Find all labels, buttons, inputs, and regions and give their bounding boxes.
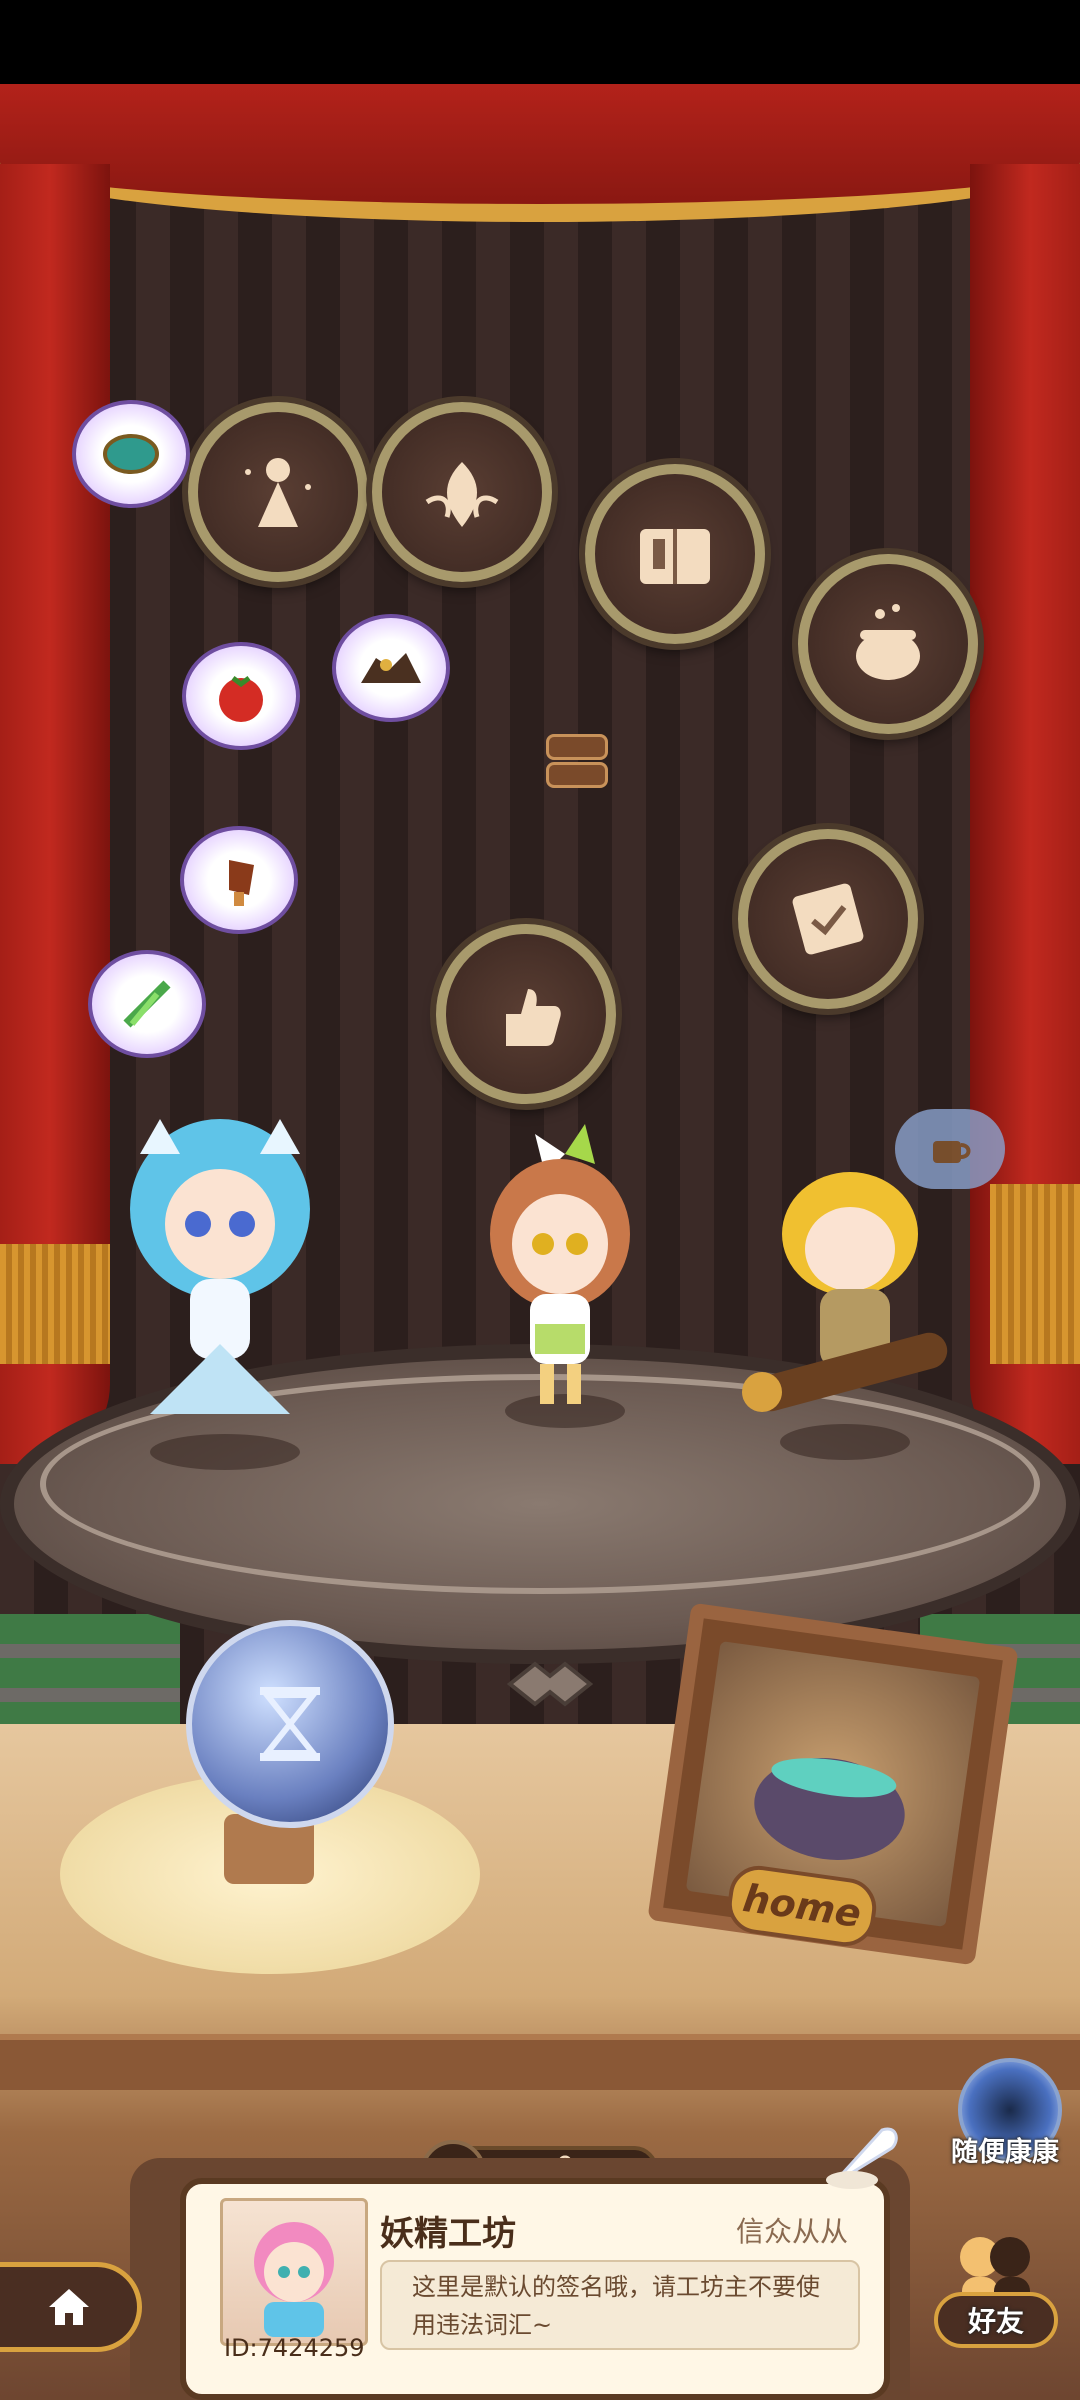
random-visit-label[interactable]: 随便康康 xyxy=(940,2130,1070,2169)
shelf-edge xyxy=(0,2034,1080,2090)
workshop-name: 妖精工坊 xyxy=(380,2214,516,2254)
avatar[interactable] xyxy=(220,2198,368,2346)
scroll-badge-icon[interactable] xyxy=(738,829,918,1009)
book-badge-icon[interactable] xyxy=(585,464,765,644)
tomato-ingredient-icon[interactable] xyxy=(182,642,300,750)
thumbs-up-badge-icon[interactable] xyxy=(436,924,616,1104)
pinwheel-girl-character[interactable] xyxy=(455,1124,675,1424)
workshop-signature: 这里是默认的签名哦，请工坊主不要使用违法词汇~ xyxy=(412,2273,820,2339)
clock-ingredient-icon[interactable] xyxy=(72,400,190,508)
fairy-badge-icon[interactable] xyxy=(188,402,368,582)
blue-fairy-character[interactable] xyxy=(110,1114,330,1454)
friends-label: 好友 xyxy=(967,2305,1024,2338)
right-curtain-fringe xyxy=(990,1184,1080,1364)
stage-scene: home xyxy=(0,84,1080,2400)
friends-button[interactable]: 好友 xyxy=(934,2292,1058,2348)
home-icon xyxy=(48,2289,89,2325)
cauldron-badge-icon[interactable] xyxy=(798,554,978,734)
meat-ingredient-icon[interactable] xyxy=(180,826,298,934)
leek-ingredient-icon[interactable] xyxy=(88,950,206,1058)
curtain-valance xyxy=(0,84,1080,222)
workshop-owner: 信众从从 xyxy=(736,2215,849,2248)
ore-ingredient-icon[interactable] xyxy=(332,614,450,722)
hourglass-orb-button[interactable] xyxy=(186,1620,394,1828)
hourglass-icon xyxy=(260,1687,320,1761)
stage-ornament-icon xyxy=(490,1654,610,1714)
leaf-badge-icon[interactable] xyxy=(372,402,552,582)
coffee-thought-icon xyxy=(895,1109,1005,1189)
wood-sign-top xyxy=(546,734,608,760)
left-curtain-fringe xyxy=(0,1244,110,1364)
wood-sign-bottom xyxy=(546,762,608,788)
home-button[interactable] xyxy=(0,2262,142,2352)
quill-icon xyxy=(822,2120,902,2190)
workshop-id: ID:7424259 xyxy=(224,2334,365,2362)
telescope-boy-character[interactable] xyxy=(740,1164,960,1444)
